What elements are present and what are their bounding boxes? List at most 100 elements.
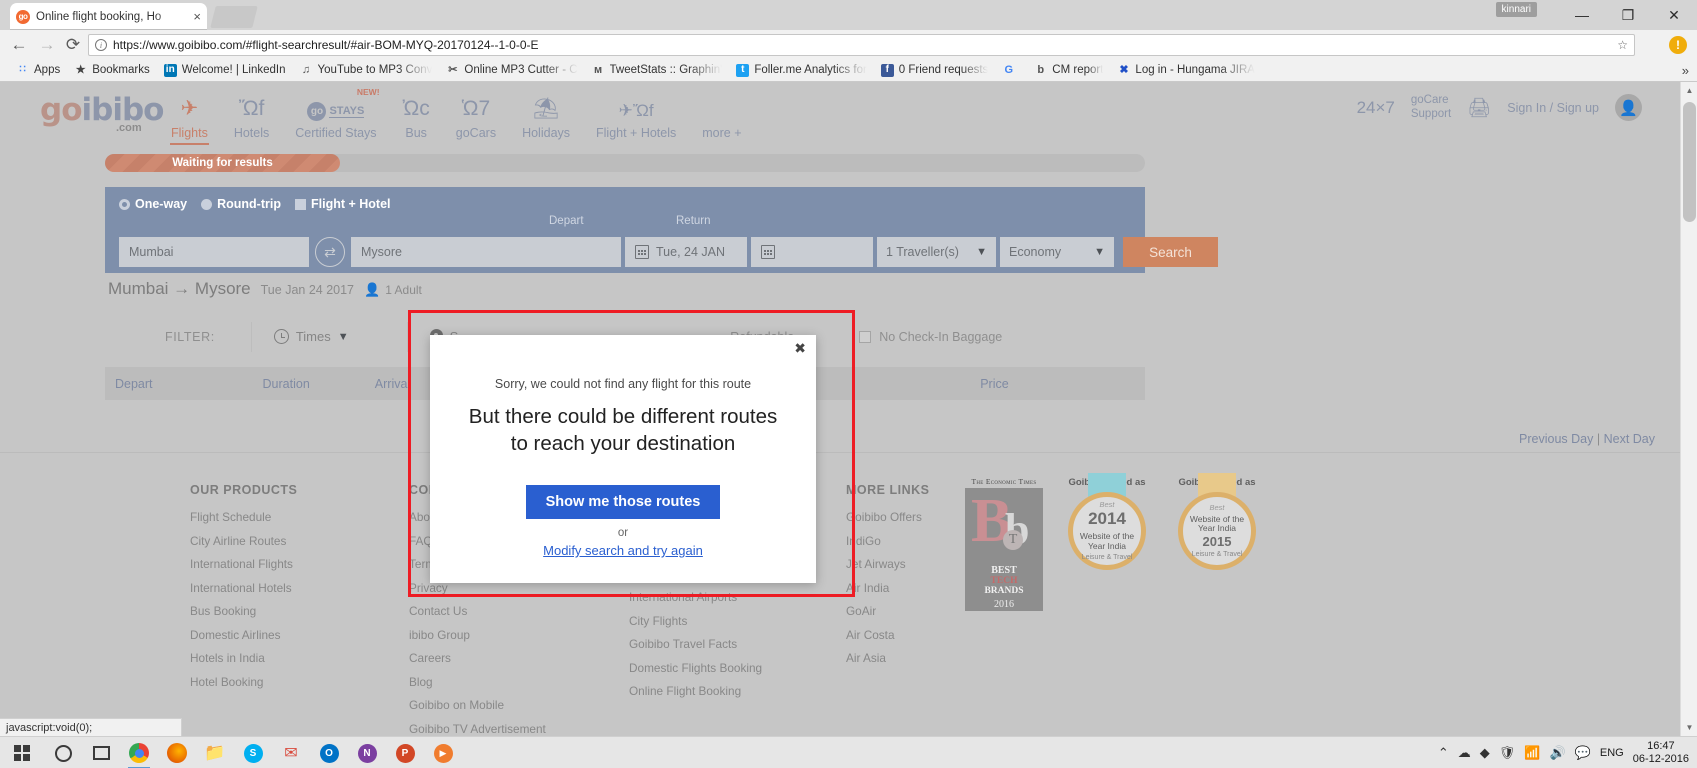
footer-link[interactable]: International Flights [190, 557, 297, 571]
close-icon[interactable]: ✖ [794, 341, 806, 355]
bookmark-jira-icon[interactable]: ✖ Log in - Hungama JIRA [1110, 61, 1262, 80]
address-bar[interactable]: i https://www.goibibo.com/#flight-search… [88, 34, 1635, 56]
chrome-menu-icon[interactable]: ! [1669, 36, 1687, 54]
scrollbar-thumb[interactable] [1683, 102, 1696, 222]
radio-round-trip-icon[interactable] [201, 199, 212, 210]
media-player-icon[interactable]: ▶ [426, 740, 460, 766]
footer-link[interactable]: International Airports [629, 590, 762, 604]
nav-item-holidays[interactable]: ⛱ Holidays [509, 88, 583, 140]
cabin-class-select[interactable]: Economy ▼ [1000, 237, 1114, 267]
footer-link[interactable]: Air Costa [846, 628, 929, 642]
browser-profile-chip[interactable]: kinnari [1496, 2, 1537, 17]
footer-link[interactable]: Blog [409, 675, 546, 689]
bookmark-scissors-icon[interactable]: ✂ Online MP3 Cutter - C [439, 61, 584, 80]
next-day-link[interactable]: Next Day [1604, 432, 1655, 446]
footer-link[interactable]: Bus Booking [190, 604, 297, 618]
col-arrival[interactable]: Arrival [375, 377, 410, 391]
action-center-icon[interactable]: 💬 [1575, 745, 1591, 761]
origin-input[interactable]: Mumbai [119, 237, 309, 267]
printer-icon[interactable]: 🖨 [1467, 96, 1491, 120]
footer-link[interactable]: Hotels in India [190, 651, 297, 665]
page-scrollbar[interactable]: ▲ ▼ [1680, 82, 1697, 736]
checkbox-flight-hotel-icon[interactable] [295, 199, 306, 210]
clock[interactable]: 16:47 06-12-2016 [1633, 740, 1689, 766]
onedrive-icon[interactable]: ☁ [1458, 745, 1471, 761]
tray-chevron-icon[interactable]: ⌃ [1438, 745, 1449, 761]
language-indicator[interactable]: ENG [1600, 747, 1624, 759]
bookmarks-overflow-icon[interactable]: » [1682, 63, 1689, 78]
close-window-icon[interactable]: ✕ [1651, 0, 1697, 30]
footer-link[interactable]: Careers [409, 651, 546, 665]
gocare-support[interactable]: goCare Support [1411, 94, 1451, 120]
nav-item-certified-stays[interactable]: NEW! go STAYS Certified Stays [282, 88, 389, 140]
forward-icon[interactable]: → [36, 34, 58, 56]
bookmark-apps-grid-icon[interactable]: ∷ Apps [9, 61, 67, 80]
footer-link[interactable]: Goibibo on Mobile [409, 698, 546, 712]
shield-icon[interactable]: 🛡 [1499, 745, 1516, 761]
bookmark-star-icon[interactable]: ★ Bookmarks [67, 61, 157, 80]
sign-in-link[interactable]: Sign In / Sign up [1507, 101, 1599, 115]
bookmark-twitter-icon[interactable]: t Foller.me Analytics for [729, 61, 873, 80]
filter-times[interactable]: Times ▼ [251, 322, 371, 352]
mail-icon[interactable]: ✉ [274, 740, 308, 766]
volume-icon[interactable]: 🔊 [1550, 745, 1566, 761]
col-duration[interactable]: Duration [263, 377, 310, 391]
col-depart[interactable]: Depart [115, 377, 153, 391]
trip-type-one-way[interactable]: One-way [119, 197, 187, 211]
footer-link[interactable]: International Hotels [190, 581, 297, 595]
footer-link[interactable]: GoAir [846, 604, 929, 618]
footer-link[interactable]: City Flights [629, 614, 762, 628]
bookmark-document-icon[interactable]: ὜b CM report [1027, 61, 1110, 80]
footer-link[interactable]: Goibibo Offers [846, 510, 929, 524]
nav-item-flights[interactable]: ✈ Flights [158, 88, 221, 140]
firefox-icon[interactable] [160, 740, 194, 766]
outlook-icon[interactable]: O [312, 740, 346, 766]
nav-item-flight-hotels[interactable]: ✈Ὤf Flight + Hotels [583, 88, 689, 140]
browser-tab[interactable]: go Online flight booking, Ho × [10, 3, 207, 30]
footer-link[interactable]: City Airline Routes [190, 534, 297, 548]
maximize-icon[interactable]: ❐ [1605, 0, 1651, 30]
powerpoint-icon[interactable]: P [388, 740, 422, 766]
nav-item-bus[interactable]: Ὠc Bus [390, 88, 443, 140]
modify-search-link[interactable]: Modify search and try again [430, 543, 816, 558]
bookmark-star-icon[interactable]: ☆ [1617, 38, 1628, 52]
chrome-icon[interactable] [122, 740, 156, 766]
depart-date-input[interactable]: Tue, 24 JAN [625, 237, 747, 267]
bookmark-google-icon[interactable]: G [995, 61, 1027, 80]
previous-day-link[interactable]: Previous Day [1519, 432, 1593, 446]
footer-link[interactable]: Flight Schedule [190, 510, 297, 524]
user-avatar-icon[interactable]: 👤 [1615, 94, 1642, 121]
return-date-input[interactable] [751, 237, 873, 267]
network-icon[interactable]: 📶 [1524, 745, 1540, 761]
destination-input[interactable]: Mysore [351, 237, 511, 267]
footer-link[interactable]: Air Asia [846, 651, 929, 665]
checkbox-icon[interactable] [859, 331, 871, 343]
goibibo-logo[interactable]: goibibo [40, 92, 163, 128]
radio-one-way-icon[interactable] [119, 199, 130, 210]
new-tab-button[interactable] [210, 6, 257, 28]
footer-link[interactable]: Goibibo TV Advertisement [409, 722, 546, 736]
footer-link[interactable]: Domestic Airlines [190, 628, 297, 642]
onenote-icon[interactable]: N [350, 740, 384, 766]
footer-link[interactable]: Online Flight Booking [629, 684, 762, 698]
task-view-icon[interactable] [84, 740, 118, 766]
bookmark-facebook-icon[interactable]: f 0 Friend requests [874, 61, 996, 80]
page-info-icon[interactable]: i [95, 39, 107, 51]
minimize-icon[interactable]: — [1559, 0, 1605, 30]
reload-icon[interactable]: ⟳ [62, 34, 84, 56]
footer-link[interactable]: Air India [846, 581, 929, 595]
trip-type-flight-hotel[interactable]: Flight + Hotel [295, 197, 391, 211]
skype-icon[interactable]: S [236, 740, 270, 766]
footer-link[interactable]: Contact Us [409, 604, 546, 618]
show-routes-button[interactable]: Show me those routes [526, 485, 720, 519]
dropbox-icon[interactable]: ◆ [1480, 745, 1490, 761]
close-tab-icon[interactable]: × [193, 10, 201, 23]
destination-extra-field[interactable] [511, 237, 621, 267]
back-icon[interactable]: ← [8, 34, 30, 56]
col-price[interactable]: Price [980, 377, 1008, 391]
travellers-select[interactable]: 1 Traveller(s) ▼ [877, 237, 996, 267]
nav-item-more-[interactable]: more + [689, 88, 754, 140]
trip-type-round-trip[interactable]: Round-trip [201, 197, 281, 211]
swap-icon[interactable]: ⇄ [315, 237, 345, 267]
bookmark-bar-chart-icon[interactable]: ᴍ TweetStats :: Graphin' [585, 61, 730, 80]
